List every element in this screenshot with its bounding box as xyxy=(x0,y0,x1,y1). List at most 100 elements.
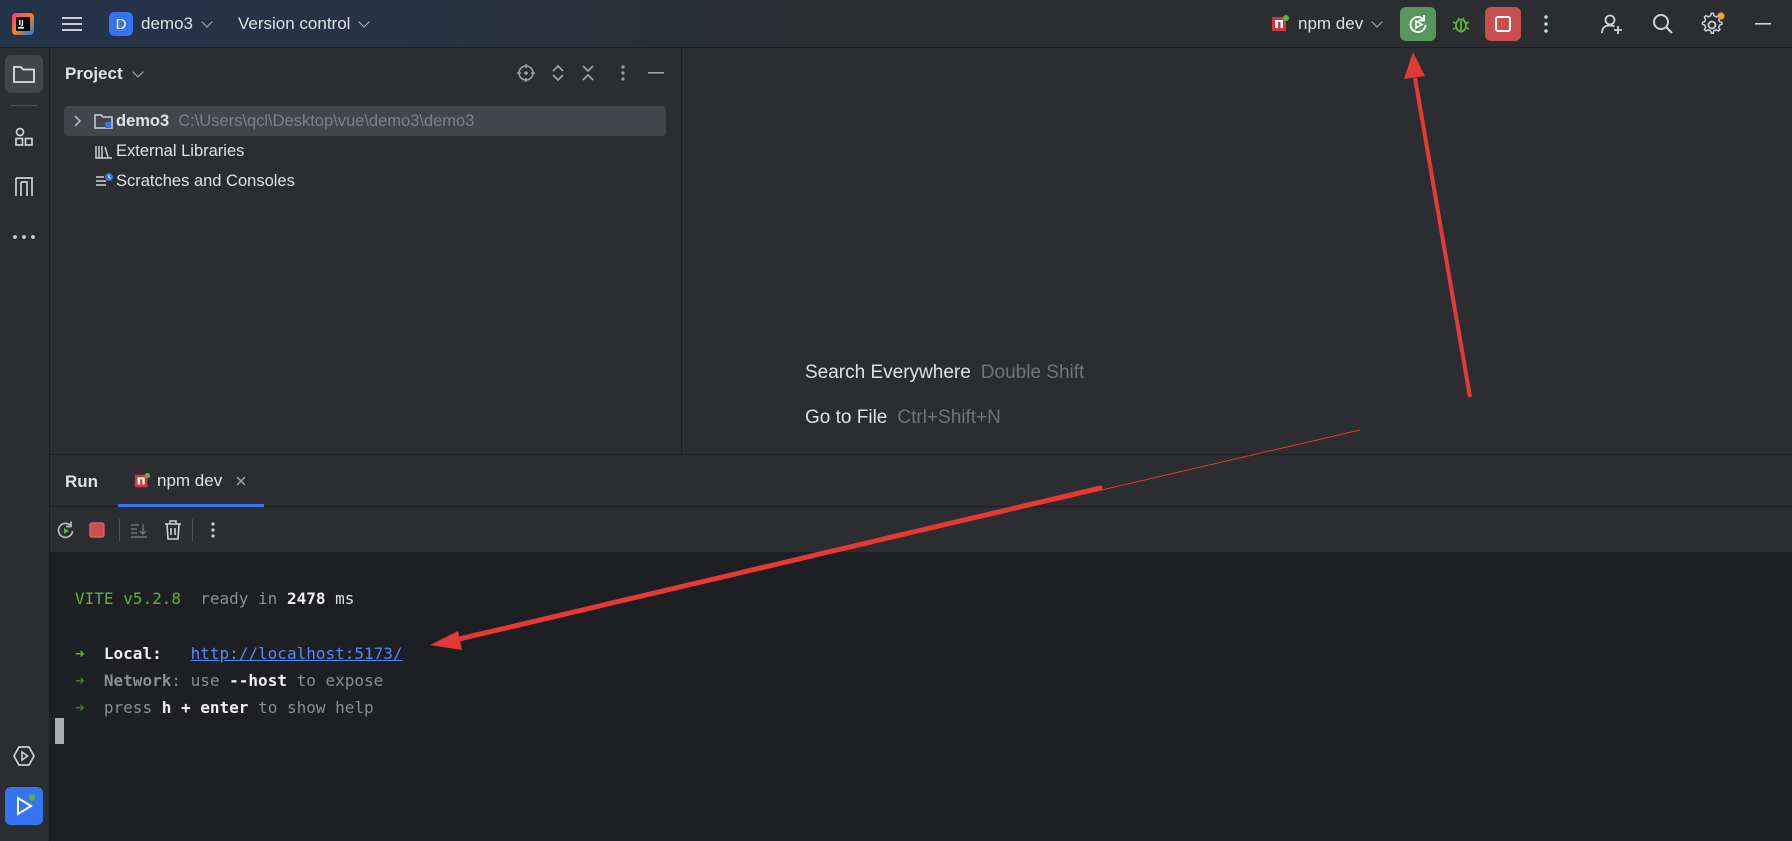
vite-name: VITE xyxy=(75,589,114,608)
tab-npm-dev[interactable]: npm dev xyxy=(118,455,264,507)
gear-icon xyxy=(1701,12,1725,35)
hint-shortcut: Double Shift xyxy=(980,362,1085,383)
project-name: demo3 xyxy=(141,14,193,33)
library-icon xyxy=(95,146,112,159)
app-logo[interactable]: IJ xyxy=(10,0,36,48)
npm-icon xyxy=(134,472,151,488)
arrow-glyph: ➜ xyxy=(75,698,85,717)
bookmarks-tool-button[interactable] xyxy=(5,168,43,206)
trash-icon xyxy=(165,520,181,540)
collapse-all-button[interactable] xyxy=(580,60,596,86)
debug-button[interactable] xyxy=(1443,7,1479,41)
chevron-right-icon xyxy=(74,115,82,127)
structure-tool-button[interactable] xyxy=(5,118,43,156)
panel-options-button[interactable] xyxy=(620,60,626,86)
main-menu-button[interactable] xyxy=(61,0,83,48)
rerun-button[interactable] xyxy=(1400,7,1436,41)
add-user-icon xyxy=(1601,14,1622,34)
run-window-title: Run xyxy=(65,472,99,491)
run-header: Run npm dev xyxy=(50,455,1792,507)
editor-empty-area: Search Everywhere Double Shift Go to File… xyxy=(683,48,1792,454)
chevron-down-icon xyxy=(131,65,144,78)
toolbar-divider xyxy=(192,519,193,541)
rerun-icon xyxy=(57,521,74,539)
kebab-icon xyxy=(211,522,215,538)
tree-item-label: External Libraries xyxy=(116,141,245,160)
library-icon xyxy=(15,177,33,196)
tree-item-label: Scratches and Consoles xyxy=(116,171,295,190)
editor-background xyxy=(683,48,1792,454)
clear-console-button[interactable] xyxy=(163,519,183,546)
stop-small-button[interactable] xyxy=(89,522,105,543)
settings-button[interactable] xyxy=(1700,0,1726,48)
version-control-menu[interactable]: Version control xyxy=(238,0,371,48)
run-tool-button[interactable] xyxy=(5,787,43,825)
project-title-label: Project xyxy=(65,64,123,83)
local-url-link[interactable]: http://localhost:5173/ xyxy=(191,644,403,663)
kebab-icon xyxy=(1544,15,1548,33)
tree-item-scratches[interactable]: Scratches and Consoles xyxy=(64,166,666,196)
console-line-network: ➜ Network: use --host to expose xyxy=(75,671,383,690)
more-actions-button[interactable] xyxy=(1543,0,1549,48)
console-line-local: ➜ Local: http://localhost:5173/ xyxy=(75,644,403,663)
left-tool-strip xyxy=(0,48,50,841)
local-label: Local: xyxy=(103,644,162,663)
scroll-to-end-icon xyxy=(131,524,147,538)
more-tools-button[interactable] xyxy=(5,218,43,256)
stop-icon xyxy=(1495,16,1511,32)
scratches-icon xyxy=(96,173,113,186)
rerun-small-button[interactable] xyxy=(55,519,77,546)
ready-ms: 2478 xyxy=(286,589,326,608)
hint-go-to-file: Go to File Ctrl+Shift+N xyxy=(805,407,1001,429)
select-opened-file-button[interactable] xyxy=(516,60,536,86)
hide-panel-button[interactable] xyxy=(648,60,664,86)
tab-label: npm dev xyxy=(157,471,223,490)
arrow-glyph: ➜ xyxy=(75,671,85,690)
folder-icon xyxy=(13,66,35,83)
tree-item-demo3[interactable]: demo3 C:\Users\qcl\Desktop\vue\demo3\dem… xyxy=(64,106,666,136)
close-icon[interactable] xyxy=(235,475,247,487)
console-options-button[interactable] xyxy=(210,521,216,544)
search-everywhere-button[interactable] xyxy=(1652,0,1674,48)
run-config-label: npm dev xyxy=(1298,14,1364,33)
tree-item-external-libraries[interactable]: External Libraries xyxy=(64,136,666,166)
run-toolbar xyxy=(50,507,1792,553)
collapse-all-icon xyxy=(582,65,594,81)
minimize-window-button[interactable] xyxy=(1755,0,1771,48)
console-line-press: ➜ press h + enter to show help xyxy=(75,698,374,717)
project-tool-button[interactable] xyxy=(5,55,43,93)
expand-all-button[interactable] xyxy=(550,60,566,86)
console-output[interactable]: VITE v5.2.8 ready in 2478 ms ➜ Local: ht… xyxy=(50,553,1792,841)
code-with-me-button[interactable] xyxy=(1600,0,1624,48)
services-icon xyxy=(13,746,35,766)
search-icon xyxy=(1653,14,1673,34)
network-label: Network xyxy=(103,671,172,690)
run-config-selector[interactable]: npm dev xyxy=(1270,0,1383,48)
project-panel: Project demo3 C:\Users\qcl\Desktop\vue\d… xyxy=(50,48,682,454)
press-keys: h + enter xyxy=(161,698,249,717)
chevron-down-icon xyxy=(201,15,213,28)
npm-icon xyxy=(1272,15,1289,31)
project-panel-title[interactable]: Project xyxy=(65,64,144,84)
stop-button[interactable] xyxy=(1485,7,1521,41)
minimize-icon xyxy=(648,72,664,74)
strip-divider xyxy=(10,105,38,106)
press-tail: to show help xyxy=(258,698,374,717)
project-switcher[interactable]: D demo3 xyxy=(109,0,213,48)
hint-action: Search Everywhere xyxy=(805,362,971,383)
crosshair-icon xyxy=(517,64,535,82)
network-tail: to expose xyxy=(296,671,384,690)
vcs-label: Version control xyxy=(238,14,351,33)
title-bar: IJ D demo3 Version control npm dev xyxy=(0,0,1792,48)
press-text: press xyxy=(103,698,153,717)
chevron-down-icon xyxy=(358,15,371,28)
vite-version: v5.2.8 xyxy=(123,589,181,608)
services-tool-button[interactable] xyxy=(5,737,43,775)
ms-unit: ms xyxy=(335,589,355,608)
scroll-to-end-button[interactable] xyxy=(129,520,149,545)
chevron-down-icon xyxy=(1371,15,1383,28)
hint-search-everywhere: Search Everywhere Double Shift xyxy=(805,362,1084,384)
expand-all-icon xyxy=(552,64,564,82)
rerun-icon xyxy=(1409,15,1427,34)
network-use: : use xyxy=(171,671,220,690)
